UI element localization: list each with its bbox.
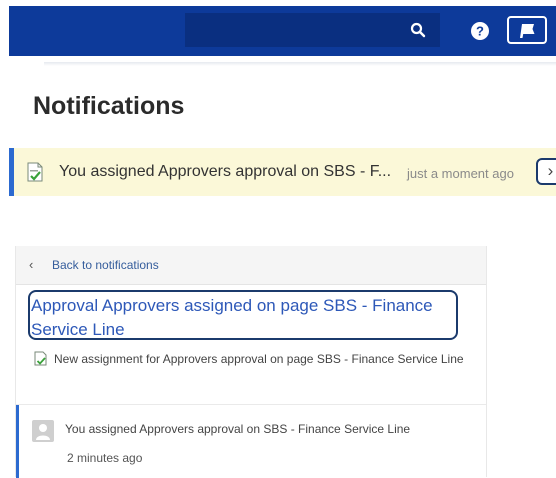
- notification-flag-icon: [520, 24, 535, 38]
- back-to-notifications-row[interactable]: ‹ Back to notifications: [16, 246, 486, 285]
- header-divider: [44, 62, 556, 66]
- notification-description: New assignment for Approvers approval on…: [54, 352, 464, 366]
- chevron-right-icon: ›: [547, 161, 554, 180]
- toast-timestamp: just a moment ago: [407, 166, 514, 181]
- activity-text: You assigned Approvers approval on SBS -…: [65, 422, 411, 436]
- open-notification-button[interactable]: ›: [536, 158, 556, 185]
- user-icon: [36, 424, 50, 440]
- notifications-button[interactable]: [507, 16, 547, 44]
- activity-accent-bar: [16, 405, 19, 478]
- top-navigation-bar: ?: [9, 6, 556, 56]
- back-to-notifications-link[interactable]: Back to notifications: [52, 258, 159, 272]
- notification-title-link[interactable]: Approval Approvers assigned on page SBS …: [31, 294, 461, 342]
- help-icon[interactable]: ?: [470, 21, 490, 41]
- page-title: Notifications: [33, 92, 185, 120]
- search-icon[interactable]: [410, 22, 426, 38]
- svg-text:?: ?: [476, 24, 484, 39]
- document-check-icon: [27, 162, 43, 182]
- notification-detail-panel: ‹ Back to notifications Approval Approve…: [15, 246, 487, 478]
- search-input[interactable]: [185, 13, 440, 47]
- activity-timestamp: 2 minutes ago: [67, 451, 143, 465]
- avatar: [32, 420, 54, 442]
- notification-toast[interactable]: You assigned Approvers approval on SBS -…: [9, 148, 556, 196]
- toast-accent-bar: [9, 148, 14, 196]
- chevron-left-icon: ‹: [29, 257, 34, 272]
- activity-item: You assigned Approvers approval on SBS -…: [16, 404, 486, 478]
- toast-message: You assigned Approvers approval on SBS -…: [59, 163, 392, 180]
